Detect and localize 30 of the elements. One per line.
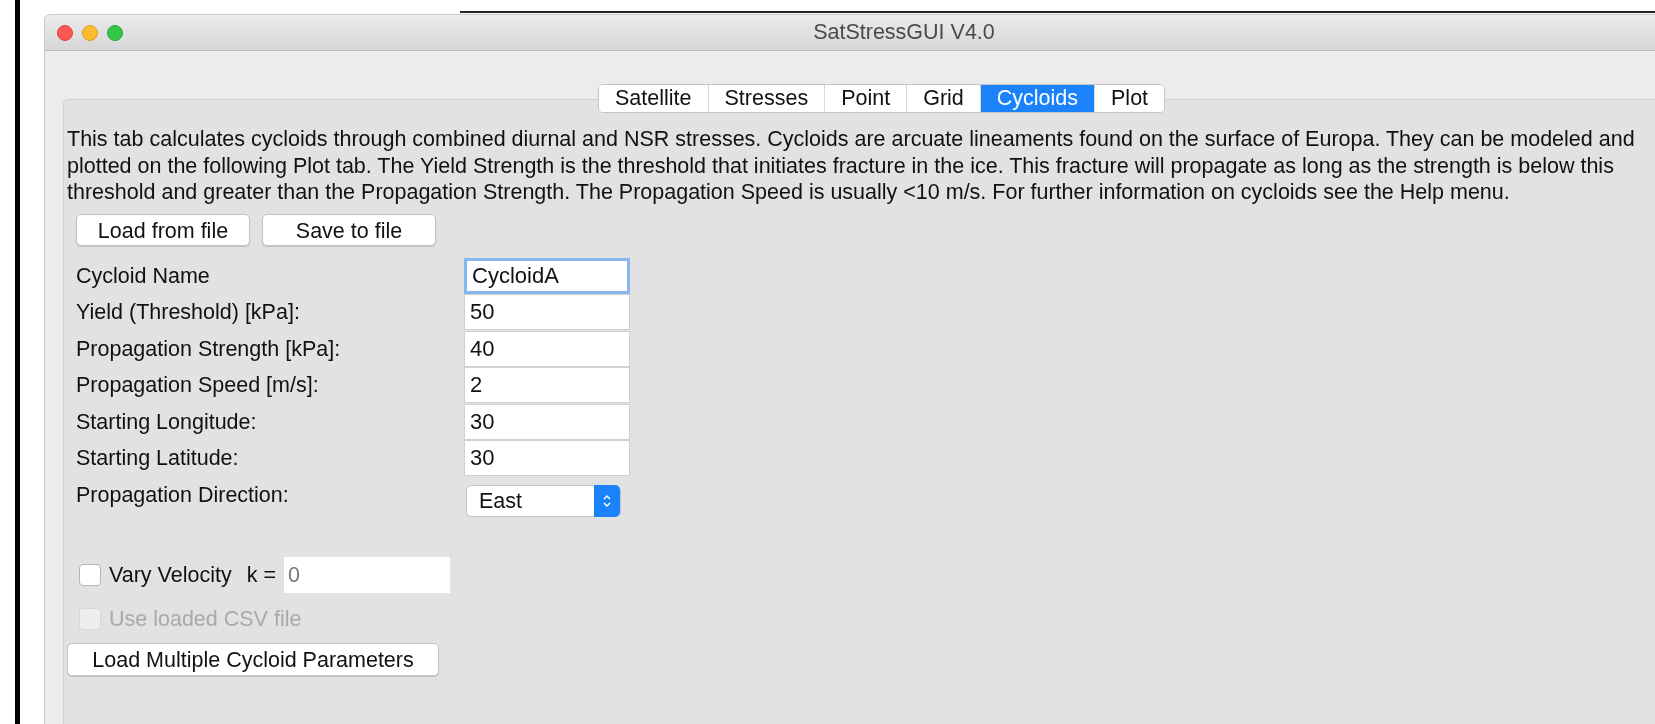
window-title: SatStressGUI V4.0 [813,19,995,47]
tab[interactable]: Plot [1094,85,1165,112]
input-field[interactable]: CycloidA [464,257,630,294]
file-button[interactable]: Save to file [262,213,436,246]
stepper-icon [594,484,620,517]
minimize-icon[interactable] [82,25,98,41]
dropdown[interactable]: East [466,484,621,517]
field-label: Starting Latitude: [76,445,240,473]
checkbox-label: Use loaded CSV file [109,606,302,633]
tab[interactable]: Cycloids [979,85,1095,112]
input-field[interactable]: 0 [283,557,450,593]
input-field[interactable]: 30 [464,440,630,477]
load-multiple-button[interactable]: Load Multiple Cycloid Parameters [67,643,439,677]
field-label: Propagation Speed [m/s]: [76,372,320,400]
description-text: This tab calculates cycloids through combined diurnal and NSR stresses. Cycloids are arcuate lineaments found on the surface of Europa. They can be modeled and plotted on the following Plot tab. The Yield Strength is the threshold that initiates fracture in the ice. This fracture will propagate as long as the strength is below this threshold and greater than the Propagation Strength. The Propagation Speed is usually <10 m/s. For further information on cycloids see the Help menu. [67,126,1636,206]
input-field[interactable]: 2 [464,367,630,404]
field-label: Propagation Direction: [76,481,290,509]
file-button[interactable]: Load from file [76,213,250,246]
field-label: Propagation Strength [kPa]: [76,335,342,363]
field-label: Yield (Threshold) [kPa]: [76,299,301,327]
maximize-icon[interactable] [107,25,123,41]
field-label: Cycloid Name [76,262,211,290]
input-field[interactable]: 40 [464,330,630,367]
input-field[interactable]: 30 [464,403,630,440]
close-icon[interactable] [57,25,73,41]
input-field[interactable]: 50 [464,294,630,331]
checkbox-label: Vary Velocity [109,561,232,589]
field-label: Starting Longitude: [76,408,258,436]
checkbox[interactable] [79,564,101,586]
k-label: k = [246,561,276,589]
